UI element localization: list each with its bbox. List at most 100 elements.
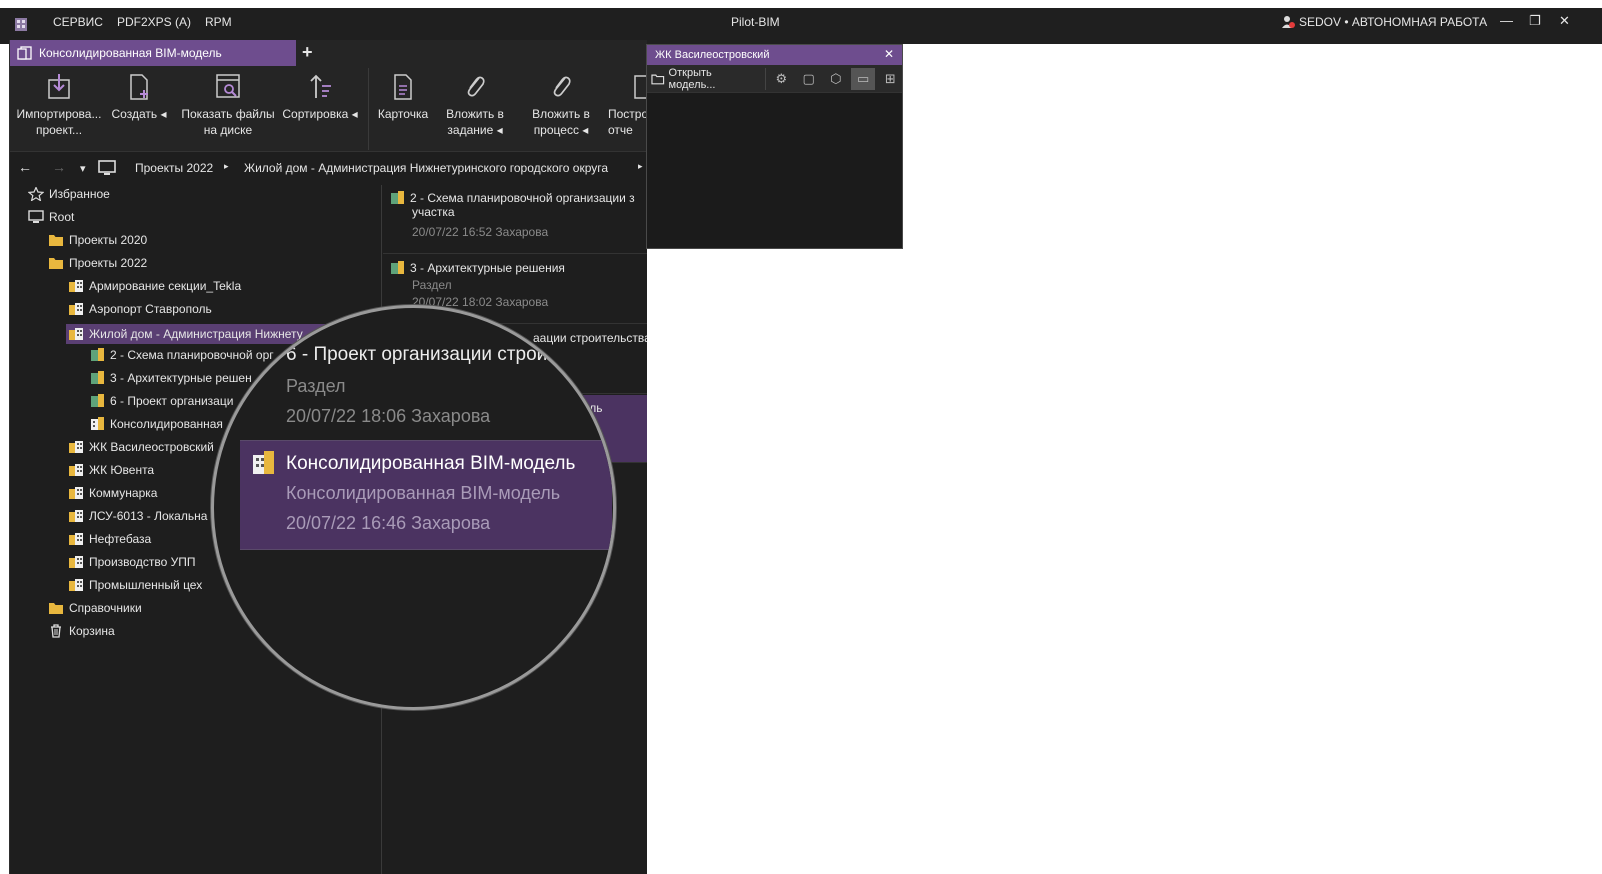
import-icon <box>48 74 70 99</box>
section-icon <box>91 371 104 384</box>
tree-item-references[interactable]: Справочники <box>48 601 142 615</box>
tree-item-trash[interactable]: Корзина <box>48 624 115 638</box>
tree-label: Коммунарка <box>89 486 158 500</box>
sort-button[interactable]: Сортировка ◂ <box>278 72 362 122</box>
tree-item-section[interactable]: 6 - Проект организаци <box>89 394 233 408</box>
main-window: Консолидированная BIM-модель + Импортиро… <box>9 40 648 874</box>
tree-label: Root <box>49 210 75 224</box>
breadcrumb-separator-icon: ▸ <box>638 161 643 171</box>
show-files-button[interactable]: Показать файлы на диске <box>178 72 278 138</box>
breadcrumb-projects-2022[interactable]: Проекты 2022 <box>135 161 213 175</box>
list-item[interactable]: 2 - Схема планировочной организации з уч… <box>383 185 647 254</box>
tree-item-project[interactable]: Аэропорт Ставрополь <box>68 302 212 316</box>
attach-process-button[interactable]: Вложить в процесс ◂ <box>520 72 602 138</box>
new-document-icon <box>130 74 148 100</box>
tree-item-project[interactable]: ЛСУ-6013 - Локальна <box>68 509 207 523</box>
tree-item-bim-model[interactable]: Консолидированная <box>89 417 223 431</box>
tree-label: 3 - Архитектурные решен <box>110 371 252 385</box>
project-icon <box>69 280 83 292</box>
tree-label: Промышленный цех <box>89 578 203 592</box>
ribbon-toolbar: Импортирова... проект... Создать ◂ Показ… <box>10 66 648 152</box>
card-icon <box>394 74 412 100</box>
attach-task-button[interactable]: Вложить в задание ◂ <box>436 72 514 138</box>
folder-icon <box>49 258 63 269</box>
cube-icon[interactable]: ⬡ <box>824 68 847 90</box>
breadcrumb-house[interactable]: Жилой дом - Администрация Нижнетуринског… <box>244 161 608 175</box>
tree-item-section[interactable]: 2 - Схема планировочной орг <box>89 348 274 362</box>
back-button[interactable]: ← <box>18 159 32 175</box>
menu-pdf2xps[interactable]: PDF2XPS (A) <box>117 15 191 29</box>
folder-icon <box>49 235 63 246</box>
project-icon <box>69 441 83 453</box>
model-panel-title: ЖК Василеостровский <box>655 49 770 61</box>
tree-item-project[interactable]: Нефтебаза <box>68 532 151 546</box>
project-icon <box>69 510 83 522</box>
restore-button[interactable]: ❐ <box>1529 13 1541 29</box>
model-panel-toolbar: Открыть модель... ⚙ ▢ ⬡ ▭ ⊞ <box>647 65 902 93</box>
magnified-selected-item: Консолидированная BIM-модель Консолидиро… <box>240 440 612 550</box>
tree-item-projects-2020[interactable]: Проекты 2020 <box>48 233 147 247</box>
add-comment-icon[interactable]: ⊞ <box>879 68 902 90</box>
fit-view-icon[interactable]: ▢ <box>797 68 820 90</box>
tree-item-project[interactable]: Промышленный цех <box>68 578 202 592</box>
comment-icon[interactable]: ▭ <box>851 67 875 90</box>
open-model-button[interactable]: Открыть модель... <box>651 67 766 91</box>
tree-label: Жилой дом - Администрация Нижнету <box>89 327 303 341</box>
tree-label: Справочники <box>69 601 142 615</box>
attach-task-label: Вложить в задание ◂ <box>446 107 504 137</box>
model-panel-header: ЖК Василеостровский ✕ <box>647 45 902 65</box>
tree-item-section[interactable]: 3 - Архитектурные решен <box>89 371 252 385</box>
tree-label: Аэропорт Ставрополь <box>89 302 212 316</box>
card-button[interactable]: Карточка <box>374 72 432 122</box>
list-item-title-row: 3 - Архитектурные решения <box>389 261 647 275</box>
list-item-title: 3 - Архитектурные решения <box>410 261 565 275</box>
tree-label: Избранное <box>49 187 110 201</box>
list-item-subtitle: Раздел <box>412 278 452 292</box>
import-label: Импортирова... проект... <box>16 107 102 137</box>
attach-process-label: Вложить в процесс ◂ <box>532 107 590 137</box>
paperclip-process-icon <box>553 76 571 97</box>
model-panel: ЖК Василеостровский ✕ Открыть модель... … <box>646 44 903 249</box>
menu-rpm[interactable]: RPM <box>205 15 232 29</box>
build-report-button[interactable]: Постро отче <box>608 72 648 138</box>
magnified-prev-meta: 20/07/22 18:06 Захарова <box>286 406 491 426</box>
sort-icon <box>310 74 331 98</box>
project-icon <box>69 533 83 545</box>
project-icon <box>69 303 83 315</box>
import-project-button[interactable]: Импортирова... проект... <box>12 72 106 138</box>
list-item-title-row: 2 - Схема планировочной организации з <box>389 191 647 205</box>
settings-icon[interactable]: ⚙ <box>770 68 793 90</box>
create-button[interactable]: Создать ◂ <box>108 72 170 122</box>
add-tab-button[interactable]: + <box>302 42 313 63</box>
build-report-label: Постро отче <box>608 107 648 137</box>
tree-item-project[interactable]: Армирование секции_Tekla <box>68 279 241 293</box>
tree-label: Армирование секции_Tekla <box>89 279 242 293</box>
forward-button[interactable]: → <box>52 159 66 175</box>
section-icon <box>91 348 104 361</box>
card-label: Карточка <box>377 107 429 121</box>
tab-consolidated-bim[interactable]: Консолидированная BIM-модель <box>10 40 296 66</box>
user-status-label: SEDOV • АВТОНОМНАЯ РАБОТА <box>1299 15 1488 29</box>
computer-icon[interactable] <box>98 160 116 176</box>
tree-item-root[interactable]: Root <box>28 210 74 224</box>
project-icon <box>69 487 83 499</box>
history-dropdown[interactable]: ▾ <box>80 162 86 175</box>
user-status[interactable]: SEDOV • АВТОНОМНАЯ РАБОТА <box>1281 15 1487 29</box>
tree-item-favorites[interactable]: Избранное <box>28 187 110 201</box>
tree-item-projects-2022[interactable]: Проекты 2022 <box>48 256 147 270</box>
magnified-selected-title: Консолидированная BIM-модель <box>286 453 576 474</box>
minimize-button[interactable]: — <box>1500 13 1513 28</box>
tree-item-project[interactable]: ЖК Ювента <box>68 463 154 477</box>
tab-label: Консолидированная BIM-модель <box>39 46 222 60</box>
tree-item-project[interactable]: Производство УПП <box>68 555 195 569</box>
show-files-icon <box>216 74 240 98</box>
tree-item-project[interactable]: Коммунарка <box>68 486 157 500</box>
close-window-button[interactable]: ✕ <box>1559 13 1570 29</box>
tree-label: Нефтебаза <box>89 532 152 546</box>
close-panel-button[interactable]: ✕ <box>884 47 894 61</box>
paperclip-icon <box>467 76 485 97</box>
tree-item-project[interactable]: ЖК Василеостровский <box>68 440 214 454</box>
project-icon <box>69 556 83 568</box>
menu-service[interactable]: СЕРВИС <box>53 15 103 29</box>
tree-label: Производство УПП <box>89 555 196 569</box>
